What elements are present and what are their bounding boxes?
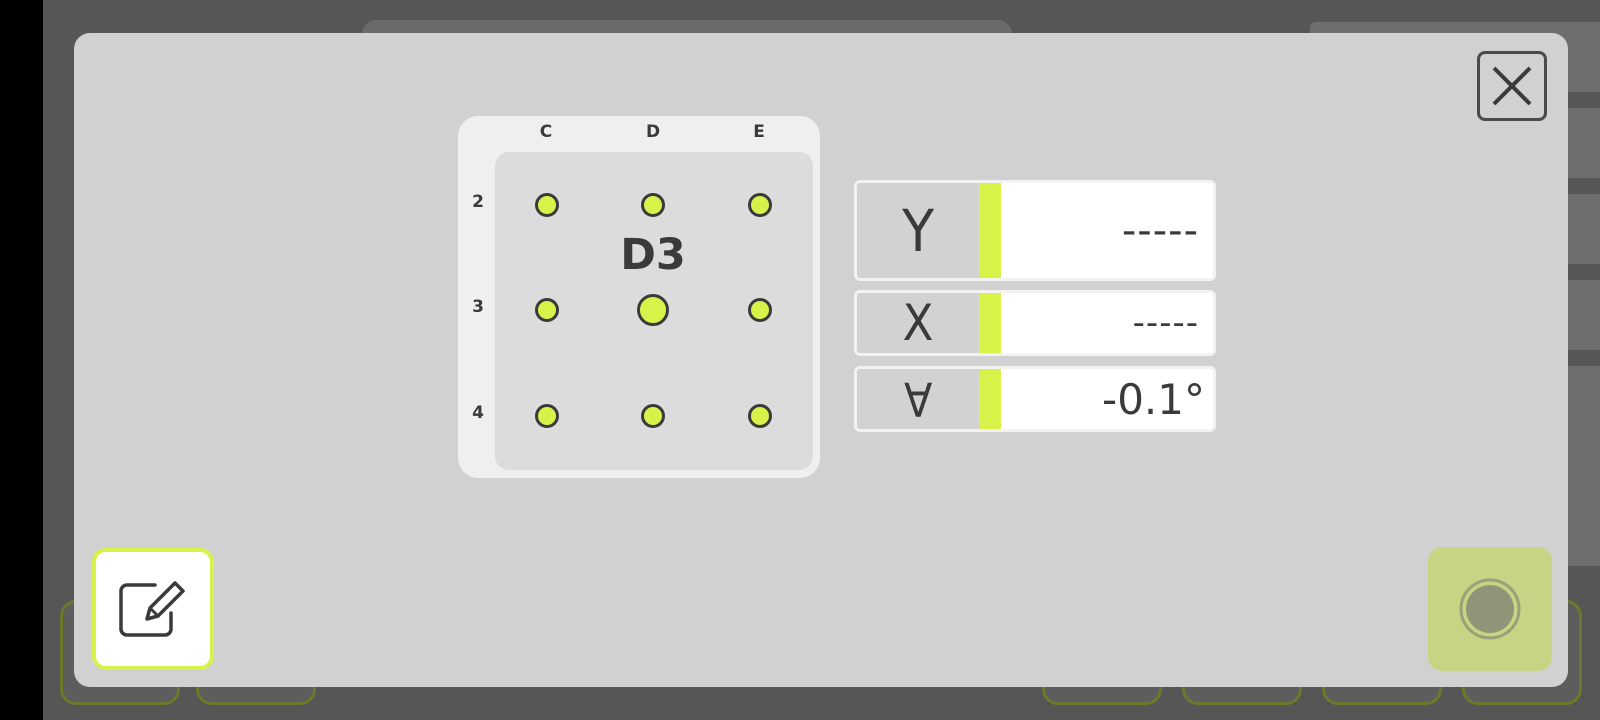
left-strip xyxy=(0,0,43,720)
y-indicator-bar xyxy=(979,183,1001,278)
selected-well-label: D3 xyxy=(620,230,686,280)
column-label: C xyxy=(539,122,553,142)
well-grid-panel: C D E 2 3 4 D3 xyxy=(458,116,820,478)
well-e4[interactable] xyxy=(748,404,772,428)
well-c4[interactable] xyxy=(535,404,559,428)
angle-axis-glyph: A xyxy=(903,372,933,426)
well-c2[interactable] xyxy=(535,193,559,217)
row-label: 4 xyxy=(472,403,484,423)
row-label: 2 xyxy=(472,192,484,212)
x-readout: X ----- xyxy=(854,290,1216,356)
angle-value: -0.1° xyxy=(1001,369,1213,429)
well-e2[interactable] xyxy=(748,193,772,217)
edit-button[interactable] xyxy=(92,548,214,670)
y-axis-label: Y xyxy=(857,183,979,278)
x-indicator-bar xyxy=(979,293,1001,353)
well-e3[interactable] xyxy=(748,298,772,322)
well-grid: D3 xyxy=(495,152,813,470)
well-d2[interactable] xyxy=(641,193,665,217)
well-c3[interactable] xyxy=(535,298,559,322)
record-button[interactable] xyxy=(1428,547,1552,671)
well-d3-selected[interactable] xyxy=(637,294,669,326)
y-value: ----- xyxy=(1001,183,1213,278)
column-label: D xyxy=(645,122,661,142)
angle-readout: A -0.1° xyxy=(854,366,1216,432)
angle-indicator-bar xyxy=(979,369,1001,429)
x-axis-label: X xyxy=(857,293,979,353)
column-label: E xyxy=(753,122,765,142)
y-readout: Y ----- xyxy=(854,180,1216,281)
close-button[interactable] xyxy=(1477,51,1547,121)
well-d4[interactable] xyxy=(641,404,665,428)
x-value: ----- xyxy=(1001,293,1213,353)
row-label: 3 xyxy=(472,297,484,317)
close-icon xyxy=(1492,66,1532,106)
angle-axis-label: A xyxy=(857,369,979,429)
record-icon xyxy=(1459,578,1521,640)
edit-icon xyxy=(119,581,185,637)
position-dialog: C D E 2 3 4 D3 Y ----- X ----- A -0.1° xyxy=(74,33,1568,687)
